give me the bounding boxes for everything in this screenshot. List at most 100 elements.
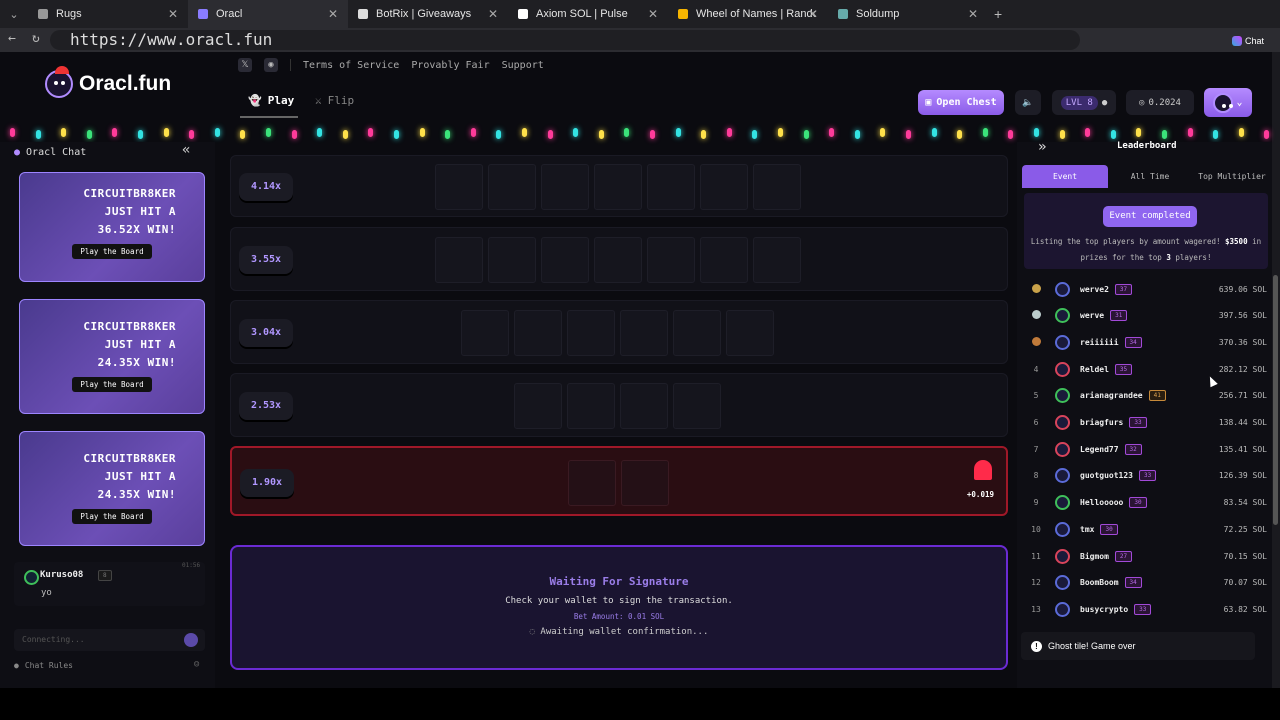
leaderboard-row[interactable]: 10 tmx 30 72.25 SOL bbox=[1027, 519, 1267, 539]
board-tile[interactable] bbox=[514, 383, 562, 429]
site-logo[interactable]: Oracl.fun bbox=[45, 66, 171, 98]
board-tile[interactable] bbox=[646, 164, 695, 210]
chat-username[interactable]: Kuruso08 bbox=[40, 570, 83, 580]
board-tile[interactable] bbox=[620, 383, 668, 429]
board-tile[interactable] bbox=[646, 237, 695, 283]
light-bulb bbox=[522, 128, 527, 137]
chat-rules-link[interactable]: ● Chat Rules bbox=[14, 661, 73, 670]
leaderboard-username: Bigmom bbox=[1080, 551, 1109, 561]
speaker-icon: 🔈 bbox=[1022, 97, 1034, 108]
tab-top-multiplier[interactable]: Top Multiplier bbox=[1192, 165, 1272, 188]
level-badge[interactable]: LVL 8 ● bbox=[1052, 90, 1116, 115]
browser-tab[interactable]: BotRix | Giveaways ✕ bbox=[348, 0, 508, 28]
browser-tab[interactable]: Wheel of Names | Random name✕ bbox=[668, 0, 828, 28]
scrollbar-thumb[interactable] bbox=[1273, 275, 1278, 525]
board-tile[interactable] bbox=[673, 310, 721, 356]
leaderboard-row[interactable]: 12 BoomBoom 34 70.07 SOL bbox=[1027, 573, 1267, 593]
light-bulb bbox=[86, 130, 92, 139]
board-tile[interactable] bbox=[699, 164, 748, 210]
leaderboard-row[interactable]: 6 briagfurs 33 138.44 SOL bbox=[1027, 413, 1267, 433]
tab-event[interactable]: Event bbox=[1022, 165, 1108, 188]
profile-menu-button[interactable]: ⌄ bbox=[1204, 88, 1252, 117]
play-board-button[interactable]: Play the Board bbox=[72, 509, 152, 524]
browser-tab[interactable]: Rugs ✕ bbox=[28, 0, 188, 28]
board-tile[interactable] bbox=[752, 164, 801, 210]
browser-tab[interactable]: Soldump ✕ bbox=[828, 0, 988, 28]
chat-input[interactable]: Connecting... bbox=[14, 629, 205, 651]
nav-support-link[interactable]: Support bbox=[502, 60, 544, 71]
expand-leaderboard-icon[interactable]: » bbox=[1038, 139, 1046, 155]
close-tab-icon[interactable]: ✕ bbox=[168, 7, 178, 21]
board-row: 4.14x bbox=[230, 155, 1008, 217]
leaderboard-row[interactable]: reiiiiii 34 370.36 SOL bbox=[1027, 332, 1267, 352]
board-tile[interactable] bbox=[487, 237, 536, 283]
leaderboard-row[interactable]: 8 guotguot123 33 126.39 SOL bbox=[1027, 466, 1267, 486]
board-tile[interactable] bbox=[673, 383, 721, 429]
leaderboard-row[interactable]: 4 Reldel 35 282.12 SOL bbox=[1027, 359, 1267, 379]
leaderboard-row[interactable]: werve 31 397.56 SOL bbox=[1027, 306, 1267, 326]
close-tab-icon[interactable]: ✕ bbox=[968, 7, 978, 21]
tab-list-icon[interactable]: ⌄ bbox=[0, 8, 28, 21]
copilot-chat-button[interactable]: Chat bbox=[1232, 33, 1278, 49]
nav-terms-link[interactable]: Terms of Service bbox=[303, 60, 399, 71]
board-tile[interactable] bbox=[726, 310, 774, 356]
wager-amount: 70.15 SOL bbox=[1223, 551, 1267, 561]
board-tile[interactable] bbox=[699, 237, 748, 283]
light-bulb bbox=[35, 130, 41, 139]
awaiting-confirmation: ◌ Awaiting wallet confirmation... bbox=[529, 627, 709, 637]
board-tile[interactable] bbox=[567, 310, 615, 356]
leaderboard-row[interactable]: 11 Bigmom 27 70.15 SOL bbox=[1027, 546, 1267, 566]
board-tile[interactable] bbox=[621, 460, 669, 506]
red-ghost-icon bbox=[974, 460, 992, 480]
close-tab-icon[interactable]: ✕ bbox=[808, 7, 818, 21]
tab-all-time[interactable]: All Time bbox=[1112, 165, 1188, 188]
wager-amount: 126.39 SOL bbox=[1218, 471, 1267, 481]
board-tile[interactable] bbox=[487, 164, 536, 210]
board-tile[interactable] bbox=[568, 460, 616, 506]
board-tile[interactable] bbox=[540, 237, 589, 283]
leaderboard-row[interactable]: 9 Hellooooo 30 83.54 SOL bbox=[1027, 493, 1267, 513]
board-tile[interactable] bbox=[593, 164, 642, 210]
board-tile[interactable] bbox=[434, 164, 483, 210]
tab-flip[interactable]: ⚔ Flip bbox=[315, 94, 354, 107]
browser-tab[interactable]: Oracl ✕ bbox=[188, 0, 348, 28]
board-tile[interactable] bbox=[752, 237, 801, 283]
board-tile[interactable] bbox=[540, 164, 589, 210]
close-tab-icon[interactable]: ✕ bbox=[488, 7, 498, 21]
nav-provably-fair-link[interactable]: Provably Fair bbox=[411, 60, 489, 71]
light-bulb bbox=[1238, 128, 1244, 137]
board-tile[interactable] bbox=[514, 310, 562, 356]
browser-tab-bar: ⌄ Rugs ✕ Oracl ✕ BotRix | Giveaways ✕ Axiom SO… bbox=[0, 0, 1280, 28]
leaderboard-row[interactable]: 5 arianagrandee 41 256.71 SOL bbox=[1027, 386, 1267, 406]
emoji-icon[interactable]: ☺ bbox=[194, 660, 199, 670]
light-bulb bbox=[342, 130, 348, 139]
board-tile[interactable] bbox=[461, 310, 509, 356]
sound-toggle[interactable]: 🔈 bbox=[1015, 90, 1041, 115]
bet-amount: Bet Amount: 0.01 SOL bbox=[573, 612, 665, 621]
christmas-lights bbox=[0, 124, 1272, 142]
tab-play[interactable]: 👻 Play bbox=[248, 94, 294, 107]
close-tab-icon[interactable]: ✕ bbox=[648, 7, 658, 21]
chat-input-placeholder: Connecting... bbox=[22, 635, 85, 644]
play-board-button[interactable]: Play the Board bbox=[72, 244, 152, 259]
close-tab-icon[interactable]: ✕ bbox=[328, 7, 338, 21]
discord-icon[interactable]: ◉ bbox=[264, 58, 278, 72]
reload-icon[interactable]: ↻ bbox=[32, 31, 40, 46]
collapse-chat-icon[interactable]: « bbox=[182, 142, 190, 158]
open-chest-button[interactable]: ▣ Open Chest bbox=[918, 90, 1004, 115]
board-tile[interactable] bbox=[620, 310, 668, 356]
leaderboard-row[interactable]: 13 busycrypto 33 63.82 SOL bbox=[1027, 599, 1267, 619]
url-input[interactable]: https://www.oracl.fun bbox=[50, 30, 1080, 50]
x-social-icon[interactable]: 𝕏 bbox=[238, 58, 252, 72]
board-tile[interactable] bbox=[567, 383, 615, 429]
leaderboard-row[interactable]: 7 Legend77 32 135.41 SOL bbox=[1027, 439, 1267, 459]
back-icon[interactable]: ← bbox=[8, 31, 16, 46]
board-tile[interactable] bbox=[593, 237, 642, 283]
send-ghost-icon[interactable] bbox=[184, 633, 198, 647]
browser-tab[interactable]: Axiom SOL | Pulse ✕ bbox=[508, 0, 668, 28]
board-tile[interactable] bbox=[434, 237, 483, 283]
leaderboard-row[interactable]: werve2 37 639.06 SOL bbox=[1027, 279, 1267, 299]
balance-display[interactable]: ◎ 0.2024 bbox=[1126, 90, 1194, 115]
play-board-button[interactable]: Play the Board bbox=[72, 377, 152, 392]
new-tab-button[interactable]: + bbox=[994, 6, 1002, 22]
